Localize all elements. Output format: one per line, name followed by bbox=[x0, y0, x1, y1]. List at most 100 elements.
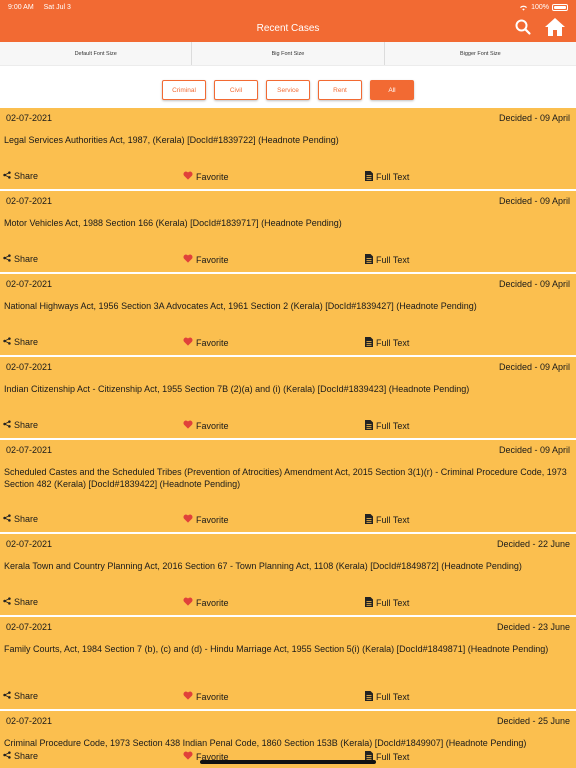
case-subject[interactable]: Motor Vehicles Act, 1988 Section 166 (Ke… bbox=[0, 209, 576, 230]
font-big-button[interactable]: Big Font Size bbox=[192, 42, 385, 65]
share-icon bbox=[3, 751, 11, 761]
share-label: Share bbox=[14, 751, 39, 761]
case-card[interactable]: 02-07-2021 Decided - 09 April National Hig… bbox=[0, 272, 576, 355]
full-text-label: Full Text bbox=[376, 692, 410, 702]
share-icon bbox=[3, 597, 11, 607]
favorite-label: Favorite bbox=[196, 254, 229, 265]
home-icon[interactable] bbox=[544, 17, 566, 37]
heart-icon bbox=[183, 171, 193, 182]
font-bigger-button[interactable]: Bigger Font Size bbox=[385, 42, 576, 65]
favorite-button[interactable]: Favorite bbox=[183, 691, 229, 702]
case-decided: Decided - 25 June bbox=[496, 716, 570, 726]
case-date: 02-07-2021 bbox=[6, 362, 53, 372]
case-date: 02-07-2021 bbox=[6, 113, 53, 123]
full-text-button[interactable]: Full Text bbox=[365, 171, 409, 183]
case-subject[interactable]: Criminal Procedure Code, 1973 Section 43… bbox=[0, 729, 576, 750]
share-icon bbox=[3, 420, 11, 430]
case-date: 02-07-2021 bbox=[6, 445, 53, 455]
full-text-button[interactable]: Full Text bbox=[365, 691, 409, 703]
heart-icon bbox=[183, 597, 193, 608]
document-icon bbox=[365, 691, 373, 703]
share-label: Share bbox=[14, 597, 39, 607]
favorite-button[interactable]: Favorite bbox=[183, 514, 229, 525]
status-date: Sat Jul 3 bbox=[43, 3, 71, 11]
share-icon bbox=[3, 254, 11, 264]
case-card[interactable]: 02-07-2021 Decided - 09 April Legal Servic… bbox=[0, 106, 576, 189]
share-button[interactable]: Share bbox=[3, 171, 38, 181]
case-card[interactable]: 02-07-2021 Decided - 23 June Family Courts… bbox=[0, 615, 576, 709]
share-button[interactable]: Share bbox=[3, 254, 38, 264]
filter-service[interactable]: Service bbox=[266, 80, 310, 100]
favorite-button[interactable]: Favorite bbox=[183, 420, 229, 431]
status-time: 9:00 AM bbox=[8, 3, 34, 11]
share-button[interactable]: Share bbox=[3, 420, 38, 430]
case-card[interactable]: 02-07-2021 Decided - 09 April Scheduled Ca… bbox=[0, 438, 576, 532]
document-icon bbox=[365, 514, 373, 526]
case-card[interactable]: 02-07-2021 Decided - 22 June Kerala Town a… bbox=[0, 532, 576, 615]
share-button[interactable]: Share bbox=[3, 337, 38, 347]
share-label: Share bbox=[14, 514, 39, 524]
page-title: Recent Cases bbox=[256, 22, 320, 34]
favorite-label: Favorite bbox=[196, 597, 229, 608]
filter-rent[interactable]: Rent bbox=[318, 80, 362, 100]
favorite-label: Favorite bbox=[196, 514, 229, 525]
wifi-icon bbox=[520, 5, 528, 11]
case-subject[interactable]: Indian Citizenship Act - Citizenship Act… bbox=[0, 375, 576, 396]
font-size-selector: Default Font Size Big Font Size Bigger F… bbox=[0, 42, 576, 66]
share-button[interactable]: Share bbox=[3, 691, 38, 701]
heart-icon bbox=[183, 691, 193, 702]
case-date: 02-07-2021 bbox=[6, 196, 53, 206]
favorite-button[interactable]: Favorite bbox=[183, 254, 229, 265]
document-icon bbox=[365, 337, 373, 349]
full-text-button[interactable]: Full Text bbox=[365, 514, 409, 526]
case-decided: Decided - 09 April bbox=[498, 445, 570, 455]
document-icon bbox=[365, 254, 373, 266]
share-icon bbox=[3, 171, 11, 181]
case-card[interactable]: 02-07-2021 Decided - 09 April Indian Citiz… bbox=[0, 355, 576, 438]
heart-icon bbox=[183, 254, 193, 265]
filter-all[interactable]: All bbox=[370, 80, 414, 100]
case-list: 02-07-2021 Decided - 09 April Legal Servic… bbox=[0, 106, 576, 768]
share-button[interactable]: Share bbox=[3, 751, 38, 761]
document-icon bbox=[365, 420, 373, 432]
heart-icon bbox=[183, 514, 193, 525]
full-text-label: Full Text bbox=[376, 338, 410, 348]
share-icon bbox=[3, 514, 11, 524]
full-text-button[interactable]: Full Text bbox=[365, 597, 409, 609]
full-text-button[interactable]: Full Text bbox=[365, 254, 409, 266]
case-subject[interactable]: Family Courts, Act, 1984 Section 7 (b), … bbox=[0, 635, 576, 656]
font-default-button[interactable]: Default Font Size bbox=[0, 42, 193, 65]
full-text-label: Full Text bbox=[376, 752, 410, 762]
battery-icon bbox=[552, 3, 568, 11]
share-button[interactable]: Share bbox=[3, 597, 38, 607]
category-filters: Criminal Civil Service Rent All bbox=[0, 80, 576, 100]
case-decided: Decided - 09 April bbox=[498, 196, 570, 206]
case-date: 02-07-2021 bbox=[6, 716, 53, 726]
favorite-button[interactable]: Favorite bbox=[183, 171, 229, 182]
case-subject[interactable]: National Highways Act, 1956 Section 3A A… bbox=[0, 292, 576, 313]
case-subject[interactable]: Scheduled Castes and the Scheduled Tribe… bbox=[0, 458, 576, 490]
heart-icon bbox=[183, 337, 193, 348]
case-card[interactable]: 02-07-2021 Decided - 09 April Motor Vehicl… bbox=[0, 189, 576, 272]
favorite-button[interactable]: Favorite bbox=[183, 597, 229, 608]
case-decided: Decided - 09 April bbox=[498, 362, 570, 372]
full-text-button[interactable]: Full Text bbox=[365, 420, 409, 432]
full-text-label: Full Text bbox=[376, 515, 410, 525]
favorite-label: Favorite bbox=[196, 171, 229, 182]
share-label: Share bbox=[14, 691, 39, 701]
case-subject[interactable]: Kerala Town and Country Planning Act, 20… bbox=[0, 552, 576, 573]
full-text-label: Full Text bbox=[376, 172, 410, 182]
case-decided: Decided - 23 June bbox=[496, 622, 570, 632]
full-text-button[interactable]: Full Text bbox=[365, 337, 409, 349]
filter-criminal[interactable]: Criminal bbox=[162, 80, 206, 100]
nav-bar: Recent Cases bbox=[0, 14, 576, 42]
filter-civil[interactable]: Civil bbox=[214, 80, 258, 100]
case-date: 02-07-2021 bbox=[6, 539, 53, 549]
favorite-button[interactable]: Favorite bbox=[183, 337, 229, 348]
share-button[interactable]: Share bbox=[3, 514, 38, 524]
case-date: 02-07-2021 bbox=[6, 279, 53, 289]
status-bar: 9:00 AM Sat Jul 3 100% bbox=[0, 0, 576, 14]
case-subject[interactable]: Legal Services Authorities Act, 1987, (K… bbox=[0, 126, 576, 147]
search-icon[interactable] bbox=[514, 18, 532, 36]
case-decided: Decided - 09 April bbox=[498, 279, 570, 289]
